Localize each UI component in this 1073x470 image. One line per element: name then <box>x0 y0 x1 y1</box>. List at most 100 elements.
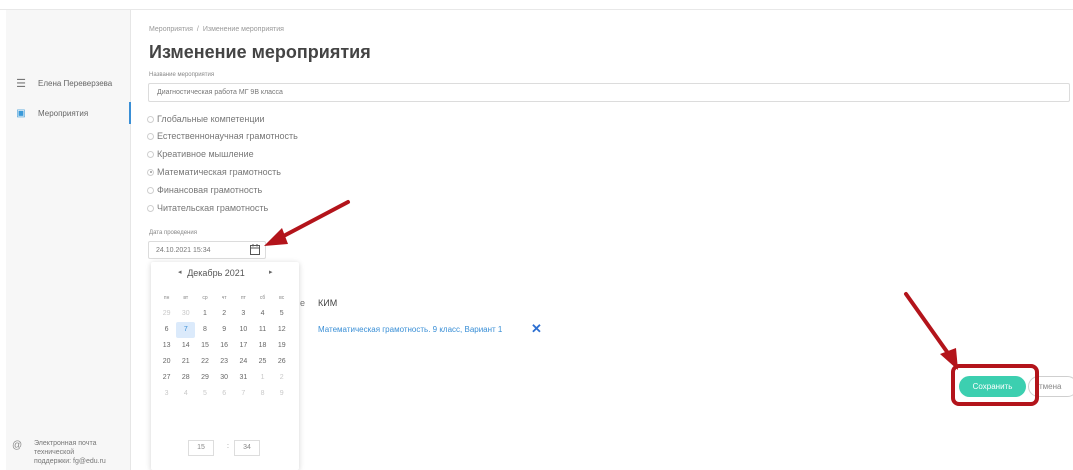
annotation-highlight-box <box>951 364 1039 406</box>
calendar-day[interactable]: 20 <box>157 354 176 370</box>
table-header-partial: е <box>300 298 306 308</box>
calendar-day[interactable]: 14 <box>176 338 195 354</box>
calendar-day[interactable]: 2 <box>215 306 234 322</box>
calendar-day[interactable]: 13 <box>157 338 176 354</box>
active-indicator <box>129 102 131 124</box>
calendar-day[interactable]: 5 <box>272 306 291 322</box>
calendar-day[interactable]: 29 <box>195 370 214 386</box>
weekday-label: ср <box>202 295 208 301</box>
calendar-day[interactable]: 21 <box>176 354 195 370</box>
calendar-day[interactable]: 3 <box>157 386 176 402</box>
radio-circle[interactable] <box>147 115 154 123</box>
date-picker-popup: ◂ Декабрь 2021 ▸ пн вт ср чт пт сб вс 29… <box>151 262 299 470</box>
sidebar: ☰ Елена Переверзева ▣ Мероприятия @ Элек… <box>6 10 131 470</box>
calendar-week: 13 14 15 16 17 18 19 <box>157 338 291 354</box>
calendar-day[interactable]: 28 <box>176 370 195 386</box>
date-input[interactable]: 24.10.2021 15:34 <box>148 241 266 259</box>
calendar-week: 27 28 29 30 31 1 2 <box>157 370 291 386</box>
sidebar-item-label: Мероприятия <box>38 108 89 118</box>
calendar-day[interactable]: 26 <box>272 354 291 370</box>
time-separator: : <box>227 443 229 450</box>
calendar-day[interactable]: 17 <box>234 338 253 354</box>
calendar-day[interactable]: 9 <box>272 386 291 402</box>
calendar-week: 3 4 5 6 7 8 9 <box>157 386 291 402</box>
weekday-label: чт <box>221 295 227 301</box>
radio-label: Финансовая грамотность <box>157 185 263 195</box>
event-name-value: Диагностическая работа МГ 9В класса <box>157 89 283 96</box>
calendar-day[interactable]: 4 <box>253 306 272 322</box>
annotation-arrow-icon <box>904 292 958 370</box>
calendar-day[interactable]: 24 <box>234 354 253 370</box>
radio-creative-thinking[interactable]: Креативное мышление <box>147 149 254 159</box>
page-title: Изменение мероприятия <box>149 42 371 62</box>
calendar-day[interactable]: 23 <box>215 354 234 370</box>
calendar-day[interactable]: 10 <box>234 322 253 338</box>
calendar-day[interactable]: 27 <box>157 370 176 386</box>
calendar-day[interactable]: 15 <box>195 338 214 354</box>
calendar-week: 29 30 1 2 3 4 5 <box>157 306 291 322</box>
name-label: Название мероприятия <box>149 72 215 78</box>
calendar-day-today[interactable]: 7 <box>176 322 196 338</box>
calendar-day[interactable]: 2 <box>272 370 291 386</box>
minute-input[interactable]: 34 <box>234 440 260 456</box>
calendar-day[interactable]: 7 <box>234 386 253 402</box>
calendar-day[interactable]: 8 <box>253 386 272 402</box>
next-month-button[interactable]: ▸ <box>269 268 273 276</box>
calendar-icon: ▣ <box>16 107 26 119</box>
menu-icon[interactable]: ☰ <box>14 77 28 90</box>
sidebar-item-events[interactable]: ▣ Мероприятия <box>6 102 131 124</box>
calendar-day[interactable]: 11 <box>253 322 272 338</box>
calendar-day[interactable]: 31 <box>234 370 253 386</box>
sidebar-user[interactable]: ☰ Елена Переверзева <box>6 72 130 94</box>
remove-kim-icon[interactable]: ✕ <box>531 321 542 337</box>
date-value: 24.10.2021 15:34 <box>156 246 211 254</box>
calendar-week: 20 21 22 23 24 25 26 <box>157 354 291 370</box>
hour-input[interactable]: 15 <box>188 440 214 456</box>
radio-reading-literacy[interactable]: Читательская грамотность <box>147 203 268 213</box>
calendar-day[interactable]: 6 <box>215 386 234 402</box>
sidebar-user-name: Елена Переверзева <box>38 78 113 88</box>
radio-global-competencies[interactable]: Глобальные компетенции <box>147 114 265 124</box>
calendar-day[interactable]: 30 <box>176 306 195 322</box>
calendar-day[interactable]: 19 <box>272 338 291 354</box>
calendar-day[interactable]: 1 <box>253 370 272 386</box>
calendar-day[interactable]: 5 <box>195 386 214 402</box>
annotation-arrow-icon <box>264 200 350 246</box>
calendar-month-label: Декабрь 2021 <box>187 268 245 278</box>
calendar-day[interactable]: 29 <box>157 306 176 322</box>
weekday-label: пт <box>240 295 246 301</box>
calendar-day[interactable]: 3 <box>234 306 253 322</box>
calendar-picker-icon[interactable] <box>250 244 260 255</box>
radio-circle-checked[interactable] <box>147 168 154 176</box>
event-name-input[interactable]: Диагностическая работа МГ 9В класса <box>148 83 1070 102</box>
calendar-week: 6 7 8 9 10 11 12 <box>157 322 291 338</box>
breadcrumb-parent[interactable]: Мероприятия <box>149 26 193 33</box>
weekday-label: пн <box>163 295 170 301</box>
calendar-day[interactable]: 25 <box>253 354 272 370</box>
calendar-day[interactable]: 22 <box>195 354 214 370</box>
support-line-3[interactable]: поддержки: fg@edu.ru <box>34 457 106 466</box>
radio-math-literacy[interactable]: Математическая грамотность <box>147 167 281 177</box>
calendar-day[interactable]: 6 <box>157 322 176 338</box>
date-label: Дата проведения <box>149 230 197 236</box>
radio-circle[interactable] <box>147 150 154 158</box>
radio-circle[interactable] <box>147 132 154 140</box>
breadcrumb-separator: / <box>196 26 199 33</box>
radio-circle[interactable] <box>147 204 154 212</box>
calendar-day[interactable]: 18 <box>253 338 272 354</box>
calendar-day[interactable]: 16 <box>215 338 234 354</box>
calendar-day[interactable]: 30 <box>215 370 234 386</box>
at-icon: @ <box>12 440 23 451</box>
radio-circle[interactable] <box>147 186 154 194</box>
radio-label: Глобальные компетенции <box>157 114 265 124</box>
breadcrumb-current: Изменение мероприятия <box>202 26 284 33</box>
radio-financial-literacy[interactable]: Финансовая грамотность <box>147 185 262 195</box>
radio-science-literacy[interactable]: Естественнонаучная грамотность <box>147 131 298 141</box>
calendar-day[interactable]: 12 <box>272 322 291 338</box>
calendar-day[interactable]: 8 <box>195 322 214 338</box>
table-header-kim: КИМ <box>318 298 338 308</box>
kim-link[interactable]: Математическая грамотность. 9 класс, Вар… <box>318 325 502 334</box>
calendar-day[interactable]: 9 <box>215 322 234 338</box>
calendar-day[interactable]: 1 <box>195 306 214 322</box>
calendar-day[interactable]: 4 <box>176 386 195 402</box>
